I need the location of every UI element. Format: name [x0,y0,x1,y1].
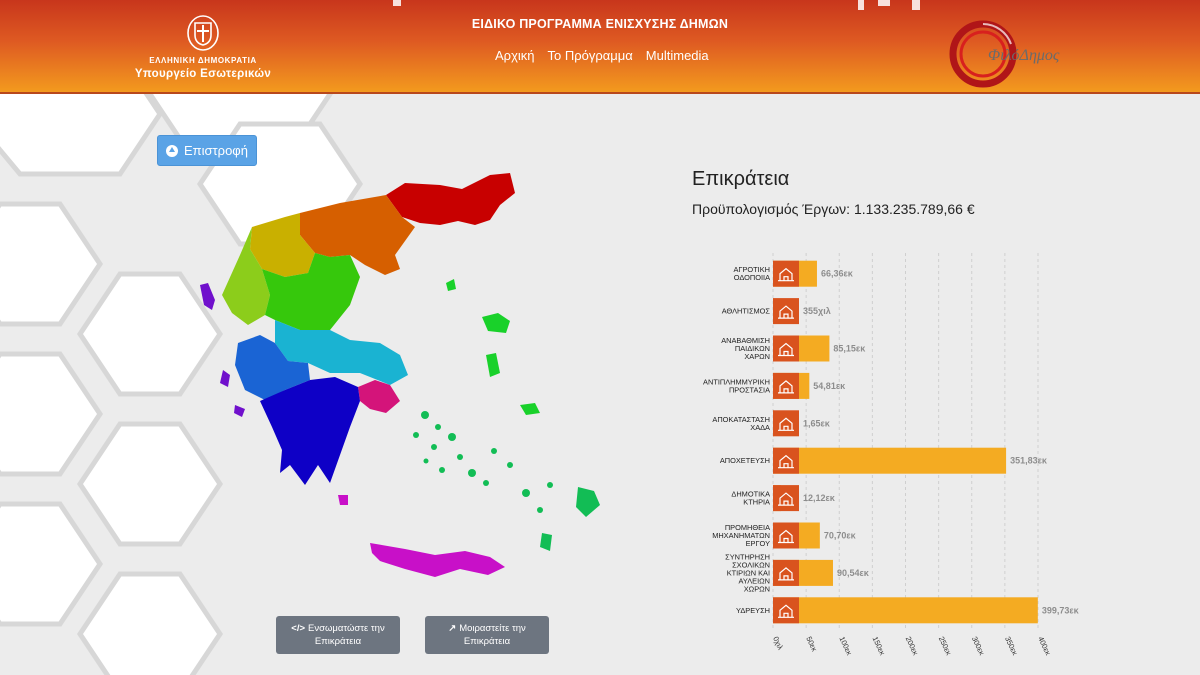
bar[interactable] [773,597,1038,624]
category-label: ΚΤΗΡΙΑ [743,498,770,507]
island-samos[interactable] [520,403,540,415]
category-icon [773,335,799,362]
ministry-line1: ΕΛΛΗΝΙΚΗ ΔΗΜΟΚΡΑΤΙΑ [149,56,257,65]
category-label: ΟΔΟΠΟΙΙΑ [734,273,770,282]
budget-label: Προϋπολογισμός Έργων: [692,201,851,217]
back-button[interactable]: Επιστροφή [157,135,257,166]
x-tick-label: 0χιλ [771,635,785,651]
code-icon: </> [291,623,306,634]
budget-value: 1.133.235.789,66 € [853,201,975,217]
ministry-line2: Υπουργείο Εσωτερικών [134,68,272,80]
site-header: ΕΛΛΗΝΙΚΗ ΔΗΜΟΚΡΑΤΙΑ Υπουργείο Εσωτερικών… [0,0,1200,94]
category-label: ΥΔΡΕΥΣΗ [736,606,770,615]
budget-bar-chart: 66,36εκΑΓΡΟΤΙΚΗΟΔΟΠΟΙΙΑ355χιλΑΘΛΗΤΙΣΜΟΣ8… [703,253,1080,657]
nav-multimedia[interactable]: Multimedia [646,48,709,63]
category-icon [773,372,799,399]
value-label: 12,12εκ [803,493,836,503]
category-label: ΧΩΡΩΝ [744,584,770,593]
x-tick-label: 300εκ [970,635,987,657]
decoration [912,0,920,10]
region-attica[interactable] [358,380,400,413]
greece-map [200,173,600,577]
category-icon [773,260,799,287]
island-lesvos[interactable] [482,313,510,333]
island-kefalonia[interactable] [220,370,230,387]
filodimos-logo[interactable]: ΦιλόΔημος [948,16,1078,88]
island-chios[interactable] [486,353,500,377]
main-nav: Αρχική Το Πρόγραμμα Multimedia [495,48,709,63]
value-label: 1,65εκ [803,418,831,428]
x-tick-label: 50εκ [804,635,819,653]
category-label: ΧΑΡΩΝ [744,352,770,361]
decoration [858,0,864,10]
x-tick-label: 350εκ [1003,635,1020,657]
x-tick-label: 250εκ [937,635,954,657]
category-label: ΑΘΛΗΤΙΣΜΟΣ [722,307,771,316]
embed-label-1: Ενσωματώστε την [308,623,385,634]
region-thrace[interactable] [386,173,515,225]
region-title: Επικράτεια [692,168,790,190]
embed-button[interactable]: </> Ενσωματώστε την Επικράτεια [276,616,400,654]
aegean-islands [413,411,600,551]
island-limnos[interactable] [446,279,456,291]
category-icon [773,597,799,624]
category-label: ΑΠΟΧΕΤΕΥΣΗ [720,456,770,465]
value-label: 399,73εκ [1042,605,1080,615]
island-corfu[interactable] [200,283,215,310]
category-label: ΠΡΟΣΤΑΣΙΑ [729,385,770,394]
value-label: 70,70εκ [824,531,857,541]
category-icon [773,522,799,549]
x-tick-label: 400εκ [1036,635,1053,657]
logo-text: ΦιλόΔημος [988,47,1060,64]
value-label: 355χιλ [803,306,831,316]
decoration [878,0,890,6]
x-tick-label: 100εκ [837,635,854,657]
share-label-2: Επικράτεια [463,636,511,647]
x-tick-label: 150εκ [871,635,888,657]
x-tick-label: 200εκ [904,635,921,657]
bar[interactable] [773,447,1007,474]
category-label: ΕΡΓΟΥ [746,539,770,548]
value-label: 351,83εκ [1010,456,1048,466]
category-icon [773,485,799,512]
category-label: ΧΑΔΑ [750,423,770,432]
share-button[interactable]: ↗ Μοιραστείτε την Επικράτεια [425,616,549,654]
category-icon [773,410,799,437]
nav-home[interactable]: Αρχική [495,48,535,63]
budget-line: Προϋπολογισμός Έργων: 1.133.235.789,66 € [692,201,975,217]
decoration [393,0,401,6]
share-icon: ↗ [448,623,457,634]
category-icon [773,559,799,586]
share-label-1: Μοιραστείτε την [459,623,526,634]
embed-label-2: Επικράτεια [314,636,362,647]
back-button-label: Επιστροφή [184,143,248,158]
value-label: 54,81εκ [813,381,846,391]
nav-program[interactable]: Το Πρόγραμμα [548,48,633,63]
island-kythira[interactable] [338,495,348,505]
value-label: 85,15εκ [833,344,866,354]
category-icon [773,447,799,474]
island-zakynthos[interactable] [234,405,245,417]
value-label: 90,54εκ [837,568,870,578]
category-icon [773,298,799,325]
region-crete[interactable] [370,543,505,577]
arrow-up-circle-icon [166,144,178,157]
value-label: 66,36εκ [821,269,854,279]
